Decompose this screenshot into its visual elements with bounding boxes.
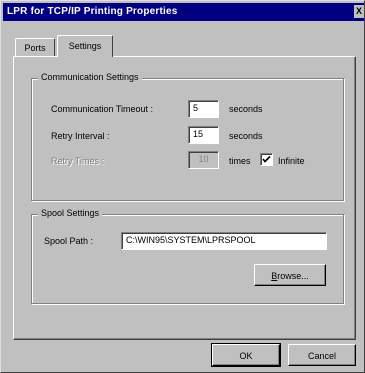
retry-interval-label: Retry Interval :	[51, 131, 110, 141]
timeout-label: Communication Timeout :	[51, 104, 154, 114]
retry-times-input: 10	[188, 151, 219, 169]
browse-button-label: Browse...	[271, 271, 309, 281]
retry-interval-unit: seconds	[229, 131, 263, 141]
cancel-button[interactable]: Cancel	[288, 344, 356, 366]
timeout-input[interactable]: 5	[188, 100, 219, 118]
infinite-checkbox[interactable]	[260, 153, 273, 166]
spool-settings-group: Spool Settings Spool Path : C:\WIN95\SYS…	[31, 208, 344, 304]
infinite-label[interactable]: Infinite	[278, 156, 305, 166]
communication-settings-group: Communication Settings Communication Tim…	[31, 72, 344, 201]
settings-panel: Communication Settings Communication Tim…	[13, 56, 356, 340]
tab-ports-label: Ports	[24, 43, 46, 53]
retry-times-unit: times	[229, 156, 251, 166]
tab-settings-label: Settings	[68, 41, 102, 51]
title-bar[interactable]: LPR for TCP/IP Printing Properties X	[3, 3, 364, 21]
properties-dialog: LPR for TCP/IP Printing Properties X Por…	[0, 0, 365, 373]
tab-ports[interactable]: Ports	[15, 38, 55, 56]
spool-path-input[interactable]: C:\WIN95\SYSTEM\LPRSPOOL	[121, 232, 327, 250]
timeout-unit: seconds	[229, 104, 263, 114]
checkmark-icon	[262, 155, 271, 163]
ok-button-label: OK	[239, 351, 253, 361]
browse-button[interactable]: Browse...	[254, 264, 326, 286]
spool-path-label: Spool Path :	[44, 236, 94, 246]
communication-settings-title: Communication Settings	[38, 72, 142, 82]
close-icon[interactable]: X	[354, 5, 364, 18]
tab-settings[interactable]: Settings	[57, 35, 113, 57]
retry-times-label: Retry Times :	[51, 156, 105, 166]
cancel-button-label: Cancel	[307, 351, 336, 361]
retry-interval-input[interactable]: 15	[188, 126, 219, 144]
spool-settings-title: Spool Settings	[38, 208, 103, 218]
window-title: LPR for TCP/IP Printing Properties	[7, 6, 178, 17]
ok-button[interactable]: OK	[211, 343, 281, 367]
